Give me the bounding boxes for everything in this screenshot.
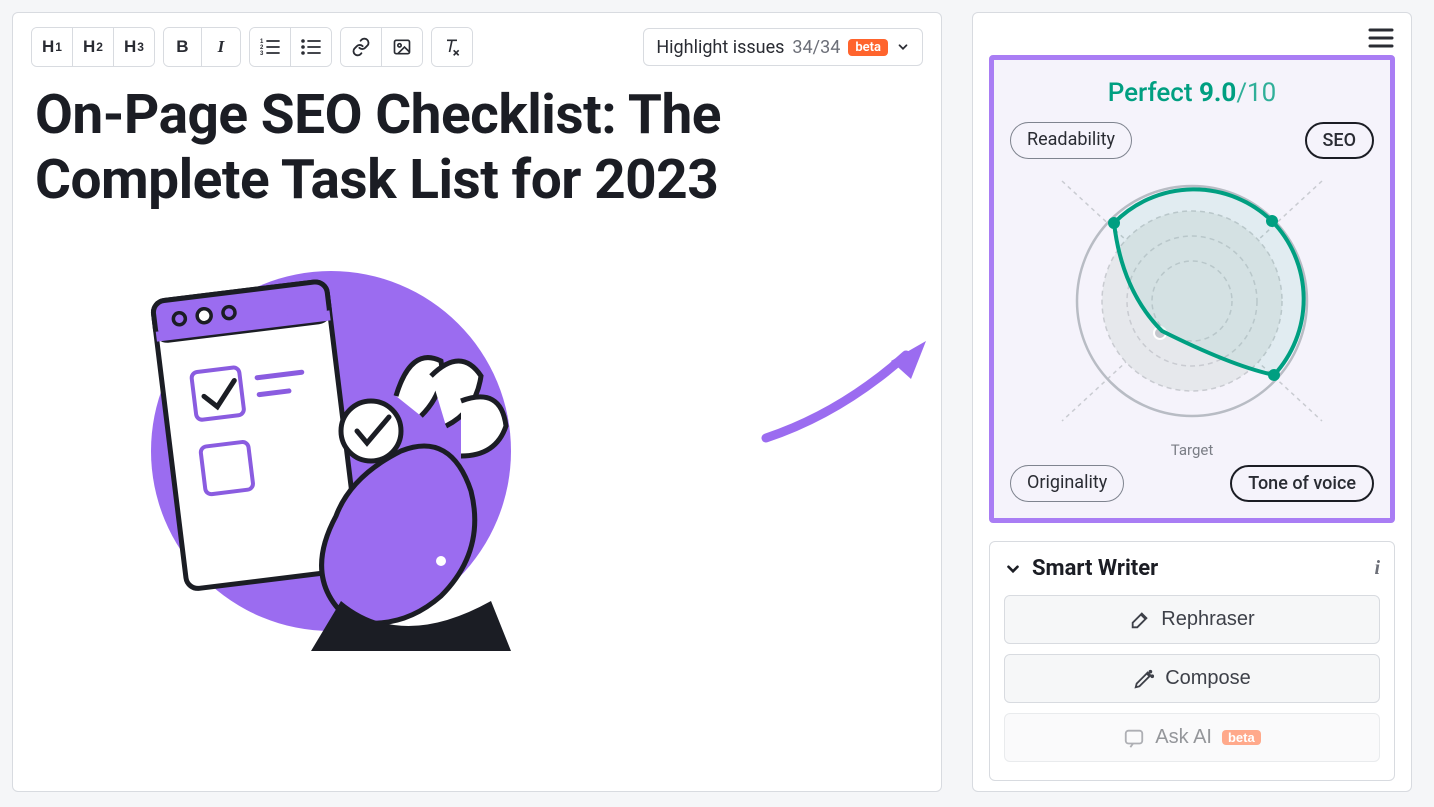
rephraser-button[interactable]: Rephraser — [1004, 595, 1380, 644]
compose-button[interactable]: Compose — [1004, 654, 1380, 703]
highlight-issues-dropdown[interactable]: Highlight issues 34/34 beta — [643, 28, 923, 66]
pill-originality[interactable]: Originality — [1010, 465, 1124, 502]
score-out: /10 — [1236, 78, 1276, 108]
italic-label: I — [218, 37, 225, 57]
document-title[interactable]: On-Page SEO Checklist: The Complete Task… — [31, 79, 923, 223]
link-icon — [351, 37, 371, 57]
ordered-list-button[interactable]: 123 — [250, 28, 291, 66]
score-value: 9.0 — [1199, 78, 1236, 108]
score-label: Perfect — [1108, 78, 1193, 108]
pill-seo[interactable]: SEO — [1305, 122, 1374, 159]
chevron-down-icon — [896, 40, 910, 54]
h2-button[interactable]: H2 — [73, 28, 114, 66]
toolbar: H1 H2 H3 B I 123 — [31, 27, 923, 67]
tool-label: Rephraser — [1161, 608, 1254, 631]
hamburger-icon — [1367, 27, 1395, 49]
pill-readability[interactable]: Readability — [1010, 122, 1132, 159]
bold-button[interactable]: B — [164, 28, 202, 66]
unordered-list-icon — [301, 38, 321, 56]
radar-chart — [1010, 161, 1374, 441]
h-sub: 3 — [137, 40, 144, 54]
annotation-arrow — [761, 333, 931, 453]
side-panel: Perfect 9.0/10 Readability SEO — [972, 12, 1412, 792]
info-icon[interactable]: i — [1374, 557, 1380, 580]
ask-ai-button[interactable]: Ask AI beta — [1004, 713, 1380, 762]
menu-button[interactable] — [1367, 27, 1395, 49]
tool-label: Ask AI — [1155, 726, 1212, 749]
bold-label: B — [176, 37, 188, 57]
editor-panel: H1 H2 H3 B I 123 — [12, 12, 942, 792]
tool-label: Compose — [1165, 667, 1251, 690]
link-button[interactable] — [341, 28, 382, 66]
target-label: Target — [1010, 441, 1374, 459]
h-label: H — [42, 37, 54, 57]
italic-button[interactable]: I — [202, 28, 240, 66]
beta-badge: beta — [1222, 730, 1261, 745]
beta-badge: beta — [848, 39, 888, 56]
h-sub: 2 — [96, 40, 103, 54]
clear-format-icon — [442, 37, 462, 57]
clear-format-button[interactable] — [432, 28, 472, 66]
h3-button[interactable]: H3 — [114, 28, 154, 66]
chat-icon — [1123, 727, 1145, 749]
h-sub: 1 — [55, 40, 62, 54]
pill-tone[interactable]: Tone of voice — [1230, 465, 1374, 502]
h-label: H — [124, 37, 136, 57]
smart-writer-title: Smart Writer — [1032, 556, 1364, 581]
ordered-list-icon: 123 — [260, 38, 280, 56]
h1-button[interactable]: H1 — [32, 28, 73, 66]
image-button[interactable] — [382, 28, 422, 66]
image-icon — [392, 37, 412, 57]
chevron-down-icon[interactable] — [1004, 560, 1022, 578]
svg-text:3: 3 — [260, 51, 264, 56]
edit-icon — [1129, 609, 1151, 631]
score-line: Perfect 9.0/10 — [1010, 78, 1374, 108]
issues-count: 34/34 — [792, 37, 840, 58]
h-label: H — [83, 37, 95, 57]
smart-writer-card: Smart Writer i Rephraser Compose Ask AI … — [989, 541, 1395, 781]
score-card: Perfect 9.0/10 Readability SEO — [989, 55, 1395, 523]
issues-label: Highlight issues — [656, 37, 784, 58]
compose-icon — [1133, 668, 1155, 690]
unordered-list-button[interactable] — [291, 28, 331, 66]
